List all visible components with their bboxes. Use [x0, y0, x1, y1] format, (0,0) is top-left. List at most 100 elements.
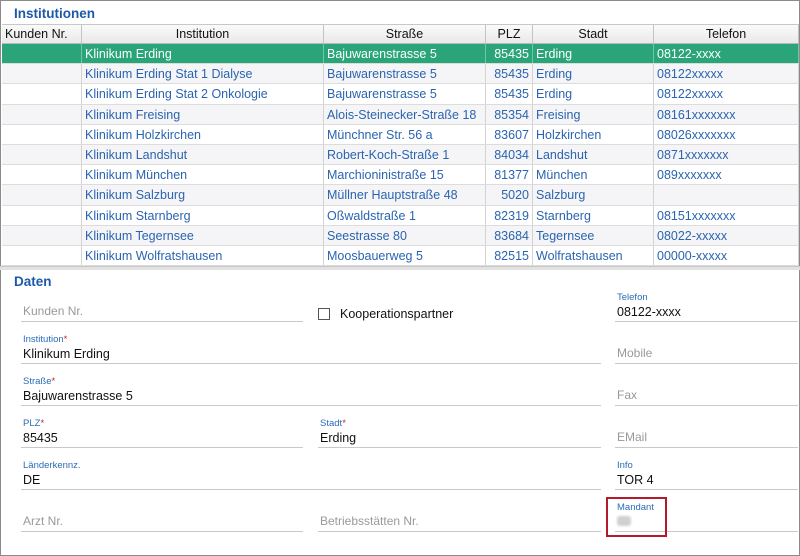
telefon-field[interactable]: Telefon 08122-xxxx — [615, 292, 798, 322]
cell-plz: 83607 — [486, 124, 533, 144]
table-row[interactable]: Klinikum Salzburg Müllner Hauptstraße 48 5… — [2, 185, 799, 206]
cell-kunden-nr — [2, 225, 82, 245]
institutionen-table: Kunden Nr. Institution Straße PLZ Stadt … — [2, 24, 799, 266]
cell-strasse: Bajuwarenstrasse 5 — [324, 64, 486, 84]
table-row[interactable]: Klinikum Starnberg Oßwaldstraße 1 82319 Sta… — [2, 205, 799, 226]
laenderkennz-field[interactable]: Länderkennz. DE — [21, 460, 601, 490]
table-row[interactable]: Klinikum Erding Bajuwarenstrasse 5 85435 Er… — [2, 44, 799, 65]
cell-telefon — [654, 185, 799, 205]
cell-strasse: Müllner Hauptstraße 48 — [324, 185, 486, 205]
cell-kunden-nr — [2, 185, 82, 205]
strasse-field[interactable]: Straße* Bajuwarenstrasse 5 — [21, 376, 601, 406]
cell-institution: Klinikum Erding — [82, 44, 324, 64]
cell-institution: Klinikum Landshut — [82, 144, 324, 165]
arzt-nr-field[interactable]: Arzt Nr. — [21, 502, 303, 532]
fax-placeholder: Fax — [617, 388, 638, 402]
mobile-placeholder: Mobile — [617, 346, 653, 360]
column-header-institution[interactable]: Institution — [82, 25, 324, 43]
table-row[interactable]: Klinikum Erding Stat 2 Onkologie Bajuware… — [2, 84, 799, 105]
table-row[interactable]: Klinikum Landshut Robert-Koch-Straße 1 840… — [2, 144, 799, 166]
cell-kunden-nr — [2, 104, 82, 124]
cell-institution: Klinikum Starnberg — [82, 205, 324, 225]
info-field[interactable]: Info TOR 4 — [615, 460, 798, 490]
kunden-nr-field[interactable]: Kunden Nr. — [21, 292, 303, 322]
required-marker: * — [51, 376, 56, 387]
institutionen-title: Institutionen — [14, 6, 95, 21]
cell-strasse: Robert-Koch-Straße 1 — [324, 144, 486, 165]
cell-strasse: Münchner Str. 56 a — [324, 124, 486, 144]
cell-institution: Klinikum Erding Stat 2 Onkologie — [82, 84, 324, 104]
section-divider — [0, 266, 800, 270]
required-marker: * — [63, 334, 68, 345]
cell-kunden-nr — [2, 205, 82, 225]
cell-plz: 85435 — [486, 64, 533, 84]
table-header: Kunden Nr. Institution Straße PLZ Stadt … — [2, 25, 799, 44]
telefon-label: Telefon — [617, 292, 648, 303]
plz-field[interactable]: PLZ* 85435 — [21, 418, 303, 448]
column-header-kunden-nr[interactable]: Kunden Nr. — [2, 25, 82, 43]
info-label: Info — [617, 460, 633, 471]
mobile-field[interactable]: Mobile — [615, 334, 798, 364]
cell-institution: Klinikum München — [82, 165, 324, 185]
cell-institution: Klinikum Tegernsee — [82, 225, 324, 245]
cell-kunden-nr — [2, 124, 82, 144]
table-row[interactable]: Klinikum Erding Stat 1 Dialyse Bajuwarens… — [2, 64, 799, 85]
cell-kunden-nr — [2, 64, 82, 84]
cell-stadt: Freising — [533, 104, 654, 124]
cell-kunden-nr — [2, 44, 82, 64]
cell-kunden-nr — [2, 144, 82, 165]
column-header-stadt[interactable]: Stadt — [533, 25, 654, 43]
cell-telefon: 08161xxxxxxx — [654, 104, 799, 124]
cell-telefon: 08026xxxxxxx — [654, 124, 799, 144]
cell-telefon: 089xxxxxxx — [654, 165, 799, 185]
column-header-telefon[interactable]: Telefon — [654, 25, 799, 43]
stadt-field[interactable]: Stadt* Erding — [318, 418, 601, 448]
column-header-strasse[interactable]: Straße — [324, 25, 486, 43]
cell-kunden-nr — [2, 165, 82, 185]
table-row[interactable]: Klinikum Tegernsee Seestrasse 80 83684 Tege… — [2, 225, 799, 246]
table-row[interactable]: Klinikum München Marchioninistraße 15 8137… — [2, 165, 799, 186]
kunden-nr-placeholder: Kunden Nr. — [23, 304, 84, 318]
kooperationspartner-control[interactable]: Kooperationspartner — [318, 307, 453, 321]
table-row[interactable]: Klinikum Holzkirchen Münchner Str. 56 a 83… — [2, 124, 799, 145]
cell-stadt: Tegernsee — [533, 225, 654, 245]
kooperationspartner-checkbox[interactable] — [318, 308, 330, 320]
cell-strasse: Bajuwarenstrasse 5 — [324, 84, 486, 104]
cell-strasse: Bajuwarenstrasse 5 — [324, 44, 486, 64]
plz-label-text: PLZ — [23, 418, 41, 429]
cell-strasse: Marchioninistraße 15 — [324, 165, 486, 185]
cell-plz: 81377 — [486, 165, 533, 185]
email-field[interactable]: EMail — [615, 418, 798, 448]
betriebsstaetten-nr-field[interactable]: Betriebsstätten Nr. — [318, 502, 601, 532]
stadt-label: Stadt* — [320, 418, 346, 429]
cell-strasse: Oßwaldstraße 1 — [324, 205, 486, 225]
cell-institution: Klinikum Salzburg — [82, 185, 324, 205]
strasse-value: Bajuwarenstrasse 5 — [23, 389, 133, 403]
table-row[interactable]: Klinikum Wolfratshausen Moosbauerweg 5 825… — [2, 245, 799, 266]
cell-plz: 83684 — [486, 225, 533, 245]
cell-plz: 82319 — [486, 205, 533, 225]
cell-stadt: Starnberg — [533, 205, 654, 225]
cell-stadt: Erding — [533, 64, 654, 84]
betriebsstaetten-nr-placeholder: Betriebsstätten Nr. — [320, 514, 419, 528]
column-header-plz[interactable]: PLZ — [486, 25, 533, 43]
mandant-highlight — [606, 497, 667, 537]
fax-field[interactable]: Fax — [615, 376, 798, 406]
laenderkennz-label: Länderkennz. — [23, 460, 81, 471]
table-row[interactable]: Klinikum Freising Alois-Steinecker-Straße… — [2, 104, 799, 125]
cell-strasse: Alois-Steinecker-Straße 18 — [324, 104, 486, 124]
cell-kunden-nr — [2, 245, 82, 266]
cell-strasse: Seestrasse 80 — [324, 225, 486, 245]
cell-telefon: 08022-xxxxx — [654, 225, 799, 245]
institution-value: Klinikum Erding — [23, 347, 110, 361]
cell-plz: 82515 — [486, 245, 533, 266]
cell-plz: 85435 — [486, 44, 533, 64]
laenderkennz-value: DE — [23, 473, 41, 487]
cell-telefon: 08122xxxxx — [654, 84, 799, 104]
strasse-label-text: Straße — [23, 376, 52, 387]
plz-value: 85435 — [23, 431, 58, 445]
institution-field[interactable]: Institution* Klinikum Erding — [21, 334, 601, 364]
cell-telefon: 08122-xxxx — [654, 44, 799, 64]
cell-institution: Klinikum Wolfratshausen — [82, 245, 324, 266]
cell-stadt: München — [533, 165, 654, 185]
